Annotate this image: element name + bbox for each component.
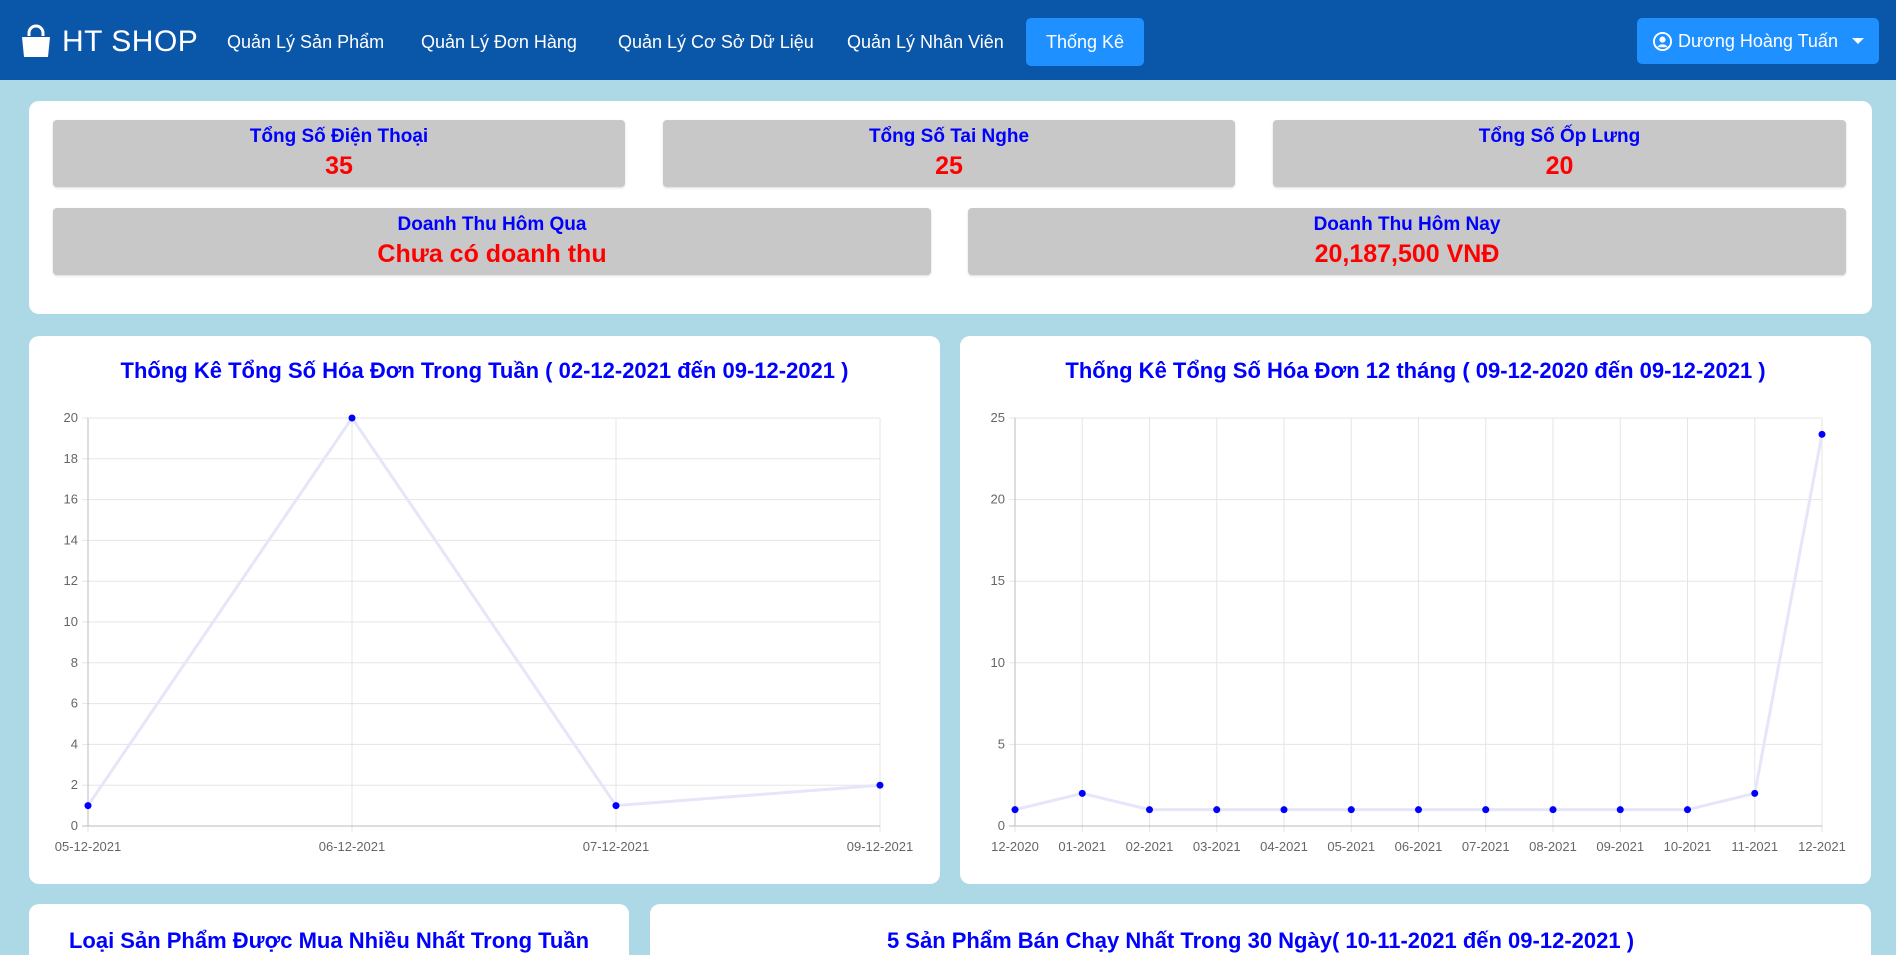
chevron-down-icon [1852,38,1864,44]
nav-statistics[interactable]: Thống Kê [1026,18,1145,66]
x-tick-label: 06-2021 [1395,839,1443,854]
y-tick-label: 4 [71,736,78,751]
y-tick-label: 2 [71,777,78,792]
data-point [1751,789,1759,797]
y-tick-label: 10 [991,655,1005,670]
stat-headphones: Tổng Số Tai Nghe 25 [663,120,1235,187]
data-point [84,802,92,810]
x-tick-label: 05-2021 [1327,839,1375,854]
weekly-invoice-chart-panel: Thống Kê Tổng Số Hóa Đơn Trong Tuần ( 02… [29,336,940,884]
y-tick-label: 18 [64,451,78,466]
stat-revenue-yesterday-value: Chưa có doanh thu [377,240,607,268]
y-tick-label: 8 [71,655,78,670]
x-tick-label: 12-2021 [1798,839,1846,854]
stat-cases: Tổng Số Ốp Lưng 20 [1273,120,1846,187]
data-point [1684,806,1691,814]
data-point [1347,806,1355,814]
y-tick-label: 0 [998,818,1005,833]
nav-order-management[interactable]: Quản Lý Đơn Hàng [401,18,597,66]
data-point [1011,806,1019,814]
summary-panel: Tổng Số Điện Thoại 35 Tổng Số Tai Nghe 2… [29,101,1872,314]
data-point [1280,806,1288,814]
top5-products-panel: 5 Sản Phẩm Bán Chạy Nhất Trong 30 Ngày( … [650,904,1871,955]
x-tick-label: 10-2021 [1664,839,1712,854]
y-tick-label: 5 [998,736,1005,751]
data-point [1616,806,1624,814]
stat-revenue-today: Doanh Thu Hôm Nay 20,187,500 VNĐ [968,208,1846,275]
x-tick-label: 02-2021 [1126,839,1174,854]
stat-phones-value: 35 [325,152,353,180]
x-tick-label: 05-12-2021 [55,839,122,854]
x-tick-label: 08-2021 [1529,839,1577,854]
data-point [1078,789,1086,797]
stat-revenue-today-label: Doanh Thu Hôm Nay [1313,214,1501,235]
y-tick-label: 15 [991,573,1005,588]
data-point [1213,806,1221,814]
x-tick-label: 07-12-2021 [583,839,650,854]
top5-products-title: 5 Sản Phẩm Bán Chạy Nhất Trong 30 Ngày( … [886,928,1635,953]
user-name: Dương Hoàng Tuấn [1678,30,1838,51]
top-category-title: Loại Sản Phẩm Được Mua Nhiều Nhất Trong … [68,928,590,953]
nav-database-management[interactable]: Quản Lý Cơ Sở Dữ Liệu [598,18,834,66]
x-tick-label: 03-2021 [1193,839,1241,854]
brand-name: HT SHOP [62,25,199,58]
weekly-invoice-chart: 0 2 4 6 8 10 12 14 16 18 20 05-12-2021 06-12-2021 07-… [55,410,914,854]
y-tick-label: 25 [991,410,1005,425]
y-tick-label: 6 [71,696,78,711]
x-tick-label: 04-2021 [1260,839,1308,854]
stat-phones: Tổng Số Điện Thoại 35 [53,120,625,187]
brand-logo[interactable]: HT SHOP [18,22,198,62]
data-point [1415,806,1422,814]
navbar: HT SHOP Quản Lý Sản Phẩm Quản Lý Đơn Hàn… [0,0,1896,80]
stat-headphones-label: Tổng Số Tai Nghe [868,126,1030,147]
data-point [1482,806,1490,814]
y-tick-label: 10 [64,614,78,629]
series-line [86,415,881,808]
x-tick-label: 11-2021 [1731,839,1778,854]
nav-staff-management[interactable]: Quản Lý Nhân Viên [827,18,1024,66]
y-tick-label: 14 [64,532,78,547]
x-tick-label: 01-2021 [1058,839,1106,854]
stat-headphones-value: 25 [935,152,963,180]
top-category-panel: Loại Sản Phẩm Được Mua Nhiều Nhất Trong … [29,904,629,955]
x-tick-label: 06-12-2021 [319,839,386,854]
monthly-invoice-chart: 0 5 10 15 20 25 12-2020 01-2021 02-2021 03-2021 04… [991,410,1846,854]
monthly-invoice-chart-panel: Thống Kê Tổng Số Hóa Đơn 12 tháng ( 09-1… [960,336,1871,884]
data-point [1146,806,1153,814]
y-tick-label: 20 [991,492,1005,507]
data-point [612,802,620,810]
y-tick-label: 16 [64,492,78,507]
x-tick-label: 09-2021 [1596,839,1644,854]
x-tick-label: 12-2020 [991,839,1039,854]
data-point [348,414,356,422]
y-tick-label: 20 [64,410,78,425]
data-point [1549,806,1557,814]
stat-revenue-yesterday-label: Doanh Thu Hôm Qua [397,214,587,235]
x-tick-label: 09-12-2021 [847,839,914,854]
stat-revenue-yesterday: Doanh Thu Hôm Qua Chưa có doanh thu [53,208,931,275]
x-tick-label: 07-2021 [1462,839,1510,854]
stat-cases-value: 20 [1545,152,1574,180]
nav-product-management[interactable]: Quản Lý Sản Phẩm [207,18,404,66]
shopping-bag-icon [22,24,50,57]
user-menu-button[interactable]: Dương Hoàng Tuấn [1637,18,1879,64]
stat-revenue-today-value: 20,187,500 VNĐ [1314,240,1500,268]
stat-phones-label: Tổng Số Điện Thoại [249,126,429,147]
y-tick-label: 0 [71,818,78,833]
y-tick-label: 12 [64,573,78,588]
stat-cases-label: Tổng Số Ốp Lưng [1478,126,1641,147]
data-point [876,781,884,789]
data-point [1818,430,1826,438]
user-circle-icon [1653,31,1672,51]
